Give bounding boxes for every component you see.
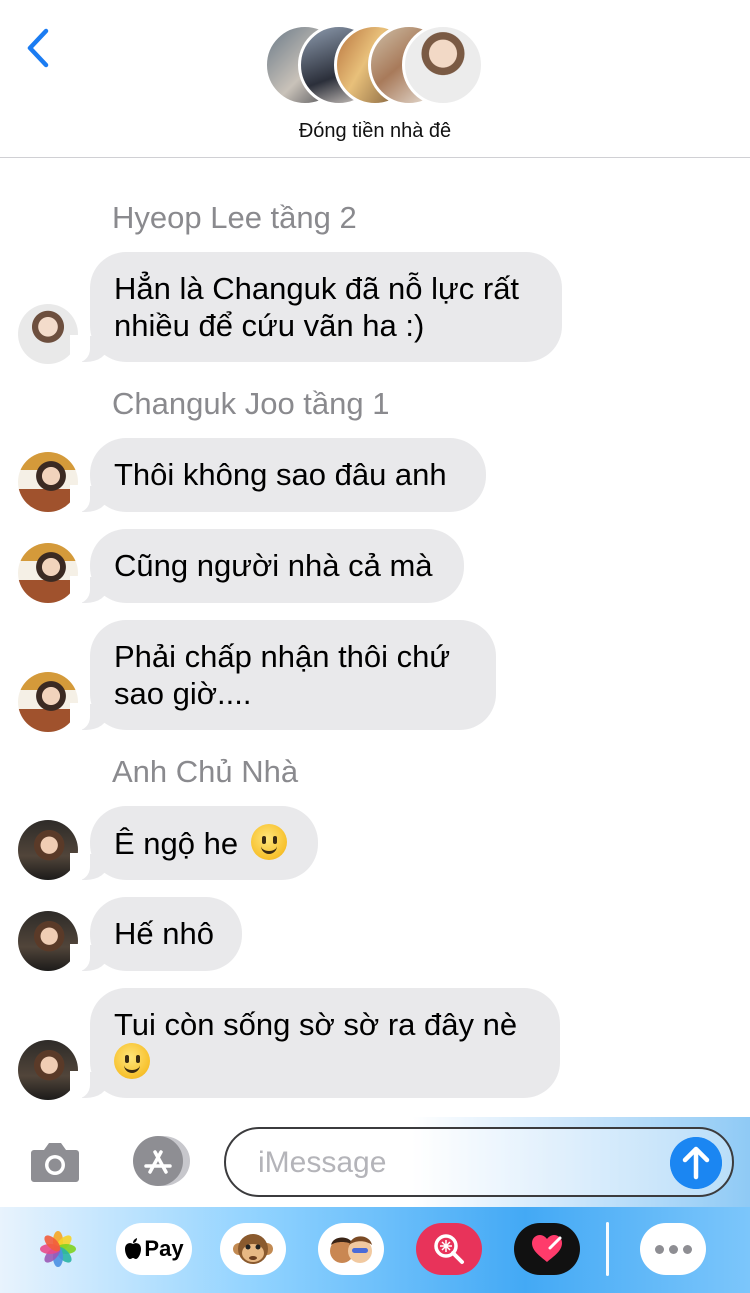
- app-drawer: Pay: [0, 1207, 750, 1293]
- message-text: Ê ngộ he: [114, 826, 239, 861]
- app-store-icon[interactable]: [126, 1135, 192, 1187]
- slightly-smiling-face-emoji-icon: [114, 1043, 150, 1079]
- composer-bar: iMessage: [0, 1117, 750, 1207]
- photos-icon: [40, 1231, 76, 1267]
- message-text: Tui còn sống sờ sờ ra đây nè: [114, 1007, 518, 1042]
- message-row: Phải chấp nhận thôi chứ sao giờ....: [0, 620, 750, 732]
- sender-name: Changuk Joo tầng 1: [112, 386, 390, 421]
- search-images-icon: [434, 1234, 464, 1264]
- message-bubble[interactable]: Cũng người nhà cả mà: [70, 529, 464, 604]
- avatar[interactable]: [18, 304, 78, 364]
- message-input[interactable]: iMessage: [224, 1127, 734, 1197]
- slightly-smiling-face-emoji-icon: [250, 824, 287, 860]
- digital-touch-button[interactable]: [514, 1223, 580, 1275]
- more-dots-icon: [654, 1244, 692, 1254]
- message-row: Cũng người nhà cả mà: [0, 529, 750, 605]
- more-apps-button[interactable]: [640, 1223, 706, 1275]
- apple-pay-button[interactable]: Pay: [116, 1223, 192, 1275]
- apple-logo-icon: [125, 1238, 142, 1259]
- send-arrow-icon[interactable]: [670, 1137, 722, 1189]
- message-bubble[interactable]: Phải chấp nhận thôi chứ sao giờ....: [70, 620, 496, 731]
- conversation-header: Đóng tiền nhà đê: [0, 0, 750, 158]
- message-row: Hế nhô: [0, 897, 750, 973]
- message-bubble[interactable]: Hế nhô: [70, 897, 242, 972]
- message-bubble[interactable]: Thôi không sao đâu anh: [70, 438, 486, 513]
- avatar[interactable]: [18, 911, 78, 971]
- sender-name: Anh Chủ Nhà: [112, 754, 299, 789]
- avatar[interactable]: [18, 1040, 78, 1100]
- message-row: Ê ngộ he: [0, 806, 750, 882]
- avatar[interactable]: [18, 452, 78, 512]
- monkey-animoji-icon: [233, 1234, 273, 1264]
- sender-name: Hyeop Lee tầng 2: [112, 200, 357, 235]
- message-bubble[interactable]: Ê ngộ he: [70, 806, 318, 881]
- group-avatar-stack[interactable]: [264, 24, 486, 106]
- digital-touch-icon: [532, 1235, 562, 1262]
- message-input-placeholder: iMessage: [258, 1146, 387, 1179]
- group-member-avatar: [402, 24, 484, 106]
- drawer-divider: [606, 1222, 609, 1276]
- apple-pay-label: Pay: [144, 1236, 184, 1261]
- avatar[interactable]: [18, 820, 78, 880]
- message-row: Tui còn sống sờ sờ ra đây nè: [0, 988, 750, 1100]
- memoji-icon: [330, 1236, 372, 1263]
- image-search-button[interactable]: [416, 1223, 482, 1275]
- group-name[interactable]: Đóng tiền nhà đê: [0, 120, 750, 143]
- memoji-button[interactable]: [318, 1223, 384, 1275]
- avatar[interactable]: [18, 543, 78, 603]
- message-bubble[interactable]: Hẳn là Changuk đã nỗ lực rất nhiều để cứ…: [70, 252, 562, 363]
- message-row: Thôi không sao đâu anh: [0, 438, 750, 514]
- camera-icon[interactable]: [30, 1138, 80, 1184]
- message-bubble[interactable]: Tui còn sống sờ sờ ra đây nè: [70, 988, 560, 1099]
- avatar[interactable]: [18, 672, 78, 732]
- photos-app-button[interactable]: [28, 1223, 88, 1275]
- animoji-button[interactable]: [220, 1223, 286, 1275]
- back-chevron-icon[interactable]: [22, 26, 58, 70]
- message-row: Hẳn là Changuk đã nỗ lực rất nhiều để cứ…: [0, 252, 750, 364]
